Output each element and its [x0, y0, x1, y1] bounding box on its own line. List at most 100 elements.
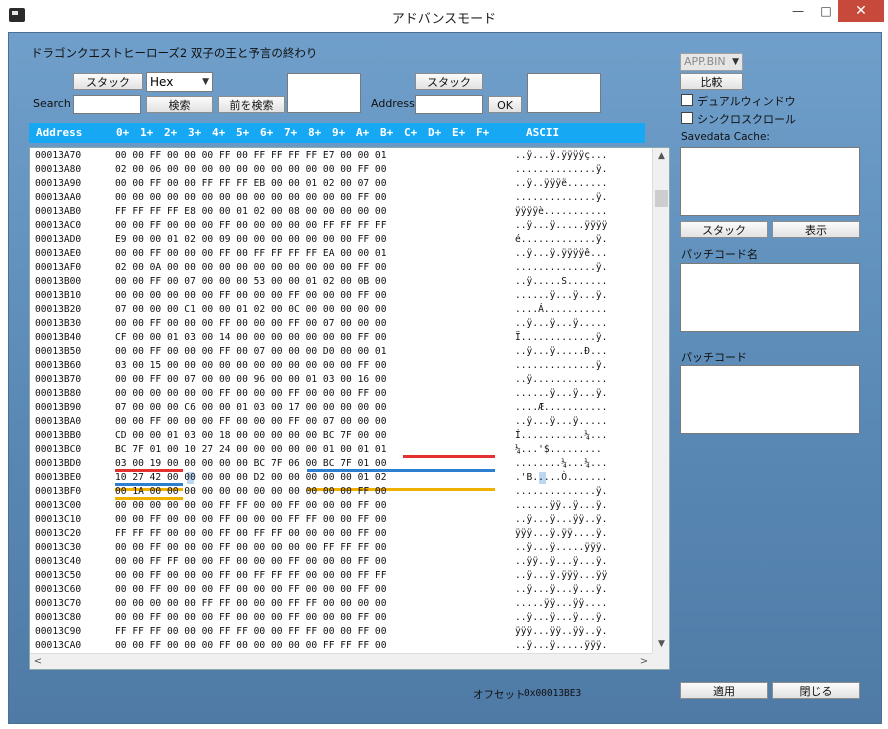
- row-bytes[interactable]: 00 00 FF 00 00 00 FF 00 00 00 FF FF 00 0…: [115, 514, 386, 525]
- row-ascii[interactable]: ..ÿ.............: [515, 374, 607, 385]
- row-bytes[interactable]: 10 27 42 00 00 00 00 00 D2 00 00 00 00 0…: [115, 472, 386, 483]
- hex-row[interactable]: 00013BD0 03 00 19 00 00 00 00 00 BC 7F 06…: [30, 456, 652, 470]
- search-input[interactable]: [73, 95, 141, 114]
- row-ascii[interactable]: ..ÿ...ÿ.....ÿÿÿÿ: [515, 220, 607, 231]
- sync-scroll-checkbox[interactable]: [681, 112, 693, 124]
- row-ascii[interactable]: ..ÿ...ÿ...ÿÿ..ÿ.: [515, 514, 607, 525]
- cache-stack-button[interactable]: スタック: [680, 221, 768, 238]
- row-ascii[interactable]: ..ÿ.....S.......: [515, 276, 607, 287]
- hex-row[interactable]: 00013AD0 E9 00 00 01 02 00 09 00 00 00 00…: [30, 232, 652, 246]
- hex-row[interactable]: 00013C80 00 00 FF 00 00 00 FF 00 00 00 FF…: [30, 610, 652, 624]
- row-ascii[interactable]: .....ÿÿ...ÿÿ....: [515, 598, 607, 609]
- row-ascii[interactable]: ..............ÿ.: [515, 192, 607, 203]
- search-type-select[interactable]: Hex ▼: [146, 72, 213, 92]
- row-bytes[interactable]: 02 00 06 00 00 00 00 00 00 00 00 00 00 0…: [115, 164, 386, 175]
- row-bytes[interactable]: 00 00 FF 00 00 00 FF 00 00 00 FF 00 07 0…: [115, 318, 386, 329]
- hex-row[interactable]: 00013BF0 00 1A 00 00 00 00 00 00 00 00 00…: [30, 484, 652, 498]
- scroll-up-icon[interactable]: ▲: [653, 148, 669, 165]
- row-bytes[interactable]: 00 00 FF 00 00 00 FF 00 FF FF FF 00 00 0…: [115, 570, 386, 581]
- hex-row[interactable]: 00013CA0 00 00 FF 00 00 00 FF 00 00 00 00…: [30, 638, 652, 652]
- hex-row[interactable]: 00013B50 00 00 FF 00 00 00 FF 00 07 00 00…: [30, 344, 652, 358]
- hex-row[interactable]: 00013C30 00 00 FF 00 00 00 FF 00 00 00 00…: [30, 540, 652, 554]
- row-bytes[interactable]: 00 00 FF 00 00 00 FF 00 00 00 FF 00 00 0…: [115, 584, 386, 595]
- row-ascii[interactable]: ..ÿ...ÿ.ÿÿÿÿç...: [515, 150, 607, 161]
- hex-row[interactable]: 00013B90 07 00 00 00 C6 00 00 01 03 00 17…: [30, 400, 652, 414]
- row-ascii[interactable]: ..ÿ...ÿ.ÿÿÿ...ÿÿ: [515, 570, 607, 581]
- row-bytes[interactable]: 00 00 FF 00 00 00 FF 00 00 00 FF 00 07 0…: [115, 416, 386, 427]
- hex-row[interactable]: 00013C90 FF FF FF 00 00 00 FF FF 00 00 FF…: [30, 624, 652, 638]
- row-bytes[interactable]: 00 00 FF 00 07 00 00 00 53 00 00 01 02 0…: [115, 276, 386, 287]
- close-window-button[interactable]: ✕: [838, 0, 884, 22]
- row-bytes[interactable]: 00 00 FF 00 00 00 FF 00 FF FF FF FF EA 0…: [115, 248, 386, 259]
- hex-row[interactable]: 00013B80 00 00 00 00 00 00 FF 00 00 00 FF…: [30, 386, 652, 400]
- row-bytes[interactable]: 07 00 00 00 C6 00 00 01 03 00 17 00 00 0…: [115, 402, 386, 413]
- row-bytes[interactable]: 00 00 00 00 00 00 FF 00 00 00 FF 00 00 0…: [115, 290, 386, 301]
- row-ascii[interactable]: ..ÿ...ÿ.....Ð...: [515, 346, 607, 357]
- hex-row[interactable]: 00013C70 00 00 00 00 00 FF FF 00 00 00 FF…: [30, 596, 652, 610]
- hex-rows[interactable]: 00013A70 00 00 FF 00 00 00 FF 00 FF FF FF…: [30, 148, 652, 653]
- row-bytes[interactable]: 00 00 00 00 00 00 00 00 00 00 00 00 00 0…: [115, 192, 386, 203]
- dual-window-checkbox[interactable]: [681, 94, 693, 106]
- row-ascii[interactable]: ..............ÿ.: [515, 486, 607, 497]
- row-bytes[interactable]: 00 00 FF 00 00 00 FF 00 00 00 00 00 FF F…: [115, 220, 386, 231]
- apply-button[interactable]: 適用: [680, 682, 768, 699]
- minimize-button[interactable]: —: [784, 0, 812, 22]
- hex-row[interactable]: 00013A90 00 00 FF 00 00 FF FF FF EB 00 00…: [30, 176, 652, 190]
- hex-row[interactable]: 00013B70 00 00 FF 00 07 00 00 00 96 00 00…: [30, 372, 652, 386]
- hex-row[interactable]: 00013AB0 FF FF FF FF E8 00 00 01 02 00 08…: [30, 204, 652, 218]
- row-bytes[interactable]: 00 00 FF FF 00 00 FF 00 00 00 FF 00 00 0…: [115, 556, 386, 567]
- row-bytes[interactable]: 00 00 00 00 00 FF FF 00 00 00 FF FF 00 0…: [115, 598, 386, 609]
- hex-row[interactable]: 00013BC0 BC 7F 01 00 10 27 24 00 00 00 00…: [30, 442, 652, 456]
- close-button[interactable]: 閉じる: [772, 682, 860, 699]
- hex-row[interactable]: 00013AE0 00 00 FF 00 00 00 FF 00 FF FF FF…: [30, 246, 652, 260]
- scroll-right-icon[interactable]: >: [636, 654, 652, 669]
- hex-editor[interactable]: 00013A70 00 00 FF 00 00 00 FF 00 FF FF FF…: [29, 147, 670, 670]
- row-ascii[interactable]: ..ÿ...ÿ...ÿ...ÿ.: [515, 584, 607, 595]
- row-bytes[interactable]: 00 00 FF 00 00 00 FF 00 00 00 00 00 FF F…: [115, 542, 386, 553]
- row-bytes[interactable]: 00 00 FF 00 00 00 FF 00 00 00 FF 00 00 0…: [115, 612, 386, 623]
- patch-code-input[interactable]: [680, 365, 860, 434]
- address-stack-button[interactable]: スタック: [415, 73, 483, 90]
- hex-row[interactable]: 00013AF0 02 00 0A 00 00 00 00 00 00 00 00…: [30, 260, 652, 274]
- hex-row[interactable]: 00013B30 00 00 FF 00 00 00 FF 00 00 00 FF…: [30, 316, 652, 330]
- scroll-left-icon[interactable]: <: [30, 654, 46, 669]
- display-button[interactable]: 表示: [772, 221, 860, 238]
- row-bytes[interactable]: 00 1A 00 00 00 00 00 00 00 00 00 00 00 0…: [115, 486, 386, 497]
- savedata-cache-box[interactable]: [680, 147, 860, 216]
- hex-row[interactable]: 00013B20 07 00 00 00 C1 00 00 01 02 00 0C…: [30, 302, 652, 316]
- row-bytes[interactable]: CD 00 00 01 03 00 18 00 00 00 00 00 BC 7…: [115, 430, 386, 441]
- address-input[interactable]: [415, 95, 483, 114]
- row-ascii[interactable]: Ï.............ÿ.: [515, 332, 607, 343]
- row-ascii[interactable]: ..ÿÿ..ÿ...ÿ...ÿ.: [515, 556, 607, 567]
- hex-row[interactable]: 00013C60 00 00 FF 00 00 00 FF 00 00 00 FF…: [30, 582, 652, 596]
- row-bytes[interactable]: 00 00 FF 00 07 00 00 00 96 00 00 01 03 0…: [115, 374, 386, 385]
- row-bytes[interactable]: CF 00 00 01 03 00 14 00 00 00 00 00 00 0…: [115, 332, 386, 343]
- row-ascii[interactable]: ......ÿ...ÿ...ÿ.: [515, 388, 607, 399]
- row-ascii[interactable]: ..ÿ...ÿ.ÿÿÿÿê...: [515, 248, 607, 259]
- row-ascii[interactable]: ..............ÿ.: [515, 262, 607, 273]
- row-bytes[interactable]: 00 00 FF 00 00 FF FF FF EB 00 00 01 02 0…: [115, 178, 386, 189]
- row-bytes[interactable]: BC 7F 01 00 10 27 24 00 00 00 00 00 01 0…: [115, 444, 386, 455]
- compare-button[interactable]: 比較: [680, 73, 743, 90]
- row-ascii[interactable]: ÿÿÿÿè...........: [515, 206, 607, 217]
- row-ascii[interactable]: é.............ÿ.: [515, 234, 607, 245]
- hex-row[interactable]: 00013C00 00 00 00 00 00 00 FF FF 00 00 FF…: [30, 498, 652, 512]
- row-ascii[interactable]: ..ÿ...ÿ...ÿ.....: [515, 318, 607, 329]
- vertical-scrollbar[interactable]: ▲ ▼: [652, 148, 669, 653]
- row-bytes[interactable]: 03 00 15 00 00 00 00 00 00 00 00 00 00 0…: [115, 360, 386, 371]
- hex-row[interactable]: 00013AA0 00 00 00 00 00 00 00 00 00 00 00…: [30, 190, 652, 204]
- row-bytes[interactable]: 00 00 FF 00 00 00 FF 00 00 00 00 00 FF F…: [115, 640, 386, 651]
- row-bytes[interactable]: 00 00 FF 00 00 00 FF 00 07 00 00 00 D0 0…: [115, 346, 386, 357]
- row-ascii[interactable]: ¼...'$.........: [515, 444, 602, 455]
- row-ascii[interactable]: ..............ÿ.: [515, 164, 607, 175]
- row-ascii[interactable]: ÿÿÿ...ÿ.ÿÿ....ÿ.: [515, 528, 607, 539]
- hex-row[interactable]: 00013BE0 10 27 42 00 00 00 00 00 D2 00 00…: [30, 470, 652, 484]
- row-bytes[interactable]: 03 00 19 00 00 00 00 00 BC 7F 06 00 BC 7…: [115, 458, 386, 469]
- hex-row[interactable]: 00013BB0 CD 00 00 01 03 00 18 00 00 00 00…: [30, 428, 652, 442]
- search-stack-box[interactable]: [287, 73, 361, 113]
- hex-row[interactable]: 00013B10 00 00 00 00 00 00 FF 00 00 00 FF…: [30, 288, 652, 302]
- row-ascii[interactable]: ......ÿ...ÿ...ÿ.: [515, 290, 607, 301]
- row-bytes[interactable]: 00 00 FF 00 00 00 FF 00 FF FF FF FF E7 0…: [115, 150, 386, 161]
- hex-row[interactable]: 00013BA0 00 00 FF 00 00 00 FF 00 00 00 FF…: [30, 414, 652, 428]
- row-bytes[interactable]: 00 00 00 00 00 00 FF FF 00 00 FF 00 00 0…: [115, 500, 386, 511]
